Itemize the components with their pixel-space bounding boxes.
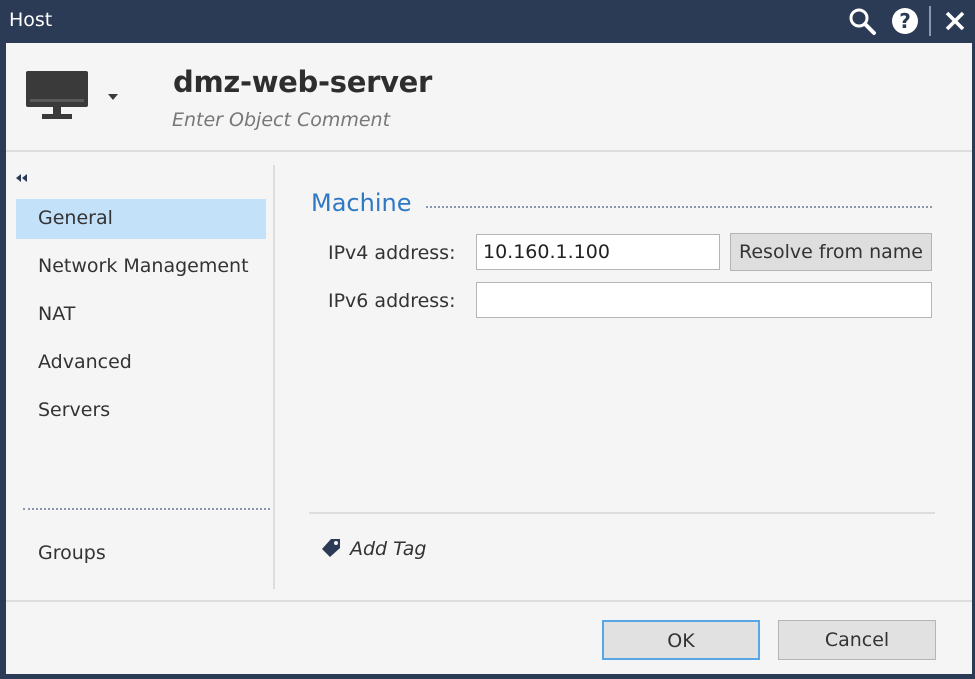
sidebar-item-network-management[interactable]: Network Management — [16, 247, 266, 287]
sidebar-divider — [273, 165, 275, 589]
double-chevron-left-icon[interactable] — [14, 171, 30, 185]
sidebar-item-nat[interactable]: NAT — [16, 295, 266, 335]
monitor-icon[interactable] — [26, 71, 88, 125]
sidebar-item-advanced[interactable]: Advanced — [16, 343, 266, 383]
object-name[interactable]: dmz-web-server — [173, 65, 432, 99]
ipv6-label: IPv6 address: — [328, 290, 456, 312]
ok-button[interactable]: OK — [602, 620, 760, 660]
search-icon[interactable] — [847, 6, 877, 36]
svg-text:?: ? — [899, 9, 911, 33]
section-divider — [426, 206, 932, 208]
resolve-from-name-button[interactable]: Resolve from name — [730, 233, 932, 271]
object-header: dmz-web-server Enter Object Comment — [6, 43, 972, 152]
section-title: Machine — [311, 189, 412, 217]
ipv4-label: IPv4 address: — [328, 242, 456, 264]
main-panel: Machine IPv4 address: Resolve from name … — [276, 153, 972, 593]
add-tag-link[interactable]: Add Tag — [350, 538, 426, 560]
dialog-body: dmz-web-server Enter Object Comment Gene… — [6, 43, 972, 674]
sidebar-separator — [23, 508, 270, 510]
ipv4-input[interactable] — [476, 234, 720, 270]
window-title: Host — [9, 9, 53, 31]
object-comment-field[interactable]: Enter Object Comment — [172, 109, 390, 131]
tag-divider — [309, 512, 935, 514]
cancel-button[interactable]: Cancel — [778, 620, 936, 660]
ipv6-input[interactable] — [476, 282, 932, 318]
dialog-footer: OK Cancel — [6, 600, 972, 674]
title-bar: Host ? — [0, 0, 975, 42]
help-icon[interactable]: ? — [890, 6, 920, 36]
close-icon[interactable] — [940, 6, 970, 36]
titlebar-separator — [929, 6, 931, 36]
sidebar-item-servers[interactable]: Servers — [16, 391, 266, 431]
sidebar-item-general[interactable]: General — [16, 199, 266, 239]
sidebar-item-groups[interactable]: Groups — [16, 534, 266, 574]
sidebar: General Network Management NAT Advanced … — [6, 153, 274, 593]
chevron-down-icon[interactable] — [107, 93, 119, 101]
tag-icon[interactable] — [321, 538, 341, 558]
